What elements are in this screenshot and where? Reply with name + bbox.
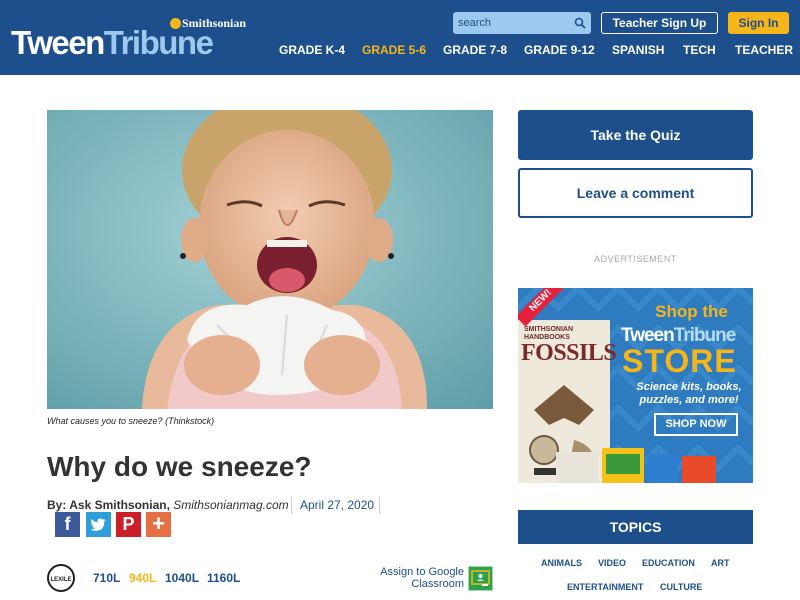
- article-title: Why do we sneeze?: [47, 451, 312, 482]
- shop-now-button[interactable]: SHOP NOW: [654, 413, 738, 436]
- topic-video[interactable]: VIDEO: [598, 558, 626, 568]
- sneezing-girl-illustration: [47, 110, 493, 409]
- leave-comment-button[interactable]: Leave a comment: [518, 168, 753, 218]
- lexile-710l[interactable]: 710L: [93, 571, 120, 585]
- search-box: [453, 12, 591, 34]
- take-quiz-button[interactable]: Take the Quiz: [518, 110, 753, 160]
- lexile-940l[interactable]: 940L: [129, 571, 156, 585]
- author: By: Ask Smithsonian,: [47, 498, 170, 512]
- date-divider: [379, 497, 380, 514]
- topic-art[interactable]: ART: [711, 558, 730, 568]
- article-date: April 27, 2020: [300, 498, 375, 512]
- svg-text:LEXILE: LEXILE: [50, 577, 71, 583]
- advertisement-label: ADVERTISEMENT: [594, 254, 677, 264]
- ad-product-images: [556, 448, 716, 483]
- google-classroom-icon[interactable]: [468, 566, 493, 591]
- topic-culture[interactable]: CULTURE: [660, 582, 702, 592]
- logo-wordmark: TweenTribune: [11, 24, 214, 61]
- search-icon[interactable]: [574, 17, 586, 29]
- ad-tagline: Science kits, books, puzzles, and more!: [636, 381, 742, 406]
- lexile-icon: LEXILE: [47, 564, 75, 592]
- topics-header: TOPICS: [518, 510, 753, 544]
- source[interactable]: Smithsonianmag.com: [173, 498, 288, 512]
- topic-entertainment[interactable]: ENTERTAINMENT: [567, 582, 643, 592]
- topic-animals[interactable]: ANIMALS: [541, 558, 582, 568]
- teacher-signup-button[interactable]: Teacher Sign Up: [601, 12, 718, 34]
- image-caption: What causes you to sneeze? (Thinkstock): [47, 416, 215, 426]
- tweentribune-logo[interactable]: Smithsonian TweenTribune: [11, 16, 251, 61]
- book-title: FOSSILS: [521, 340, 617, 366]
- facebook-icon[interactable]: f: [55, 512, 80, 537]
- nav-spanish[interactable]: SPANISH: [612, 43, 664, 59]
- store-advertisement[interactable]: SMITHSONIAN HANDBOOKS FOSSILS NEW! Shop …: [518, 288, 753, 483]
- article-hero-image: [47, 110, 493, 409]
- nav-grade-9-12[interactable]: GRADE 9-12: [524, 43, 595, 59]
- shop-the-text: Shop the: [655, 302, 728, 321]
- site-header: Smithsonian TweenTribune Teacher Sign Up…: [0, 0, 800, 75]
- pinterest-icon[interactable]: P: [116, 512, 141, 537]
- assign-google-classroom-link[interactable]: Assign to Google Classroom: [380, 566, 464, 590]
- byline-divider: [291, 497, 292, 514]
- lexile-1160l[interactable]: 1160L: [207, 571, 240, 585]
- nav-grade-k-4[interactable]: GRADE K-4: [279, 43, 345, 59]
- topic-education[interactable]: EDUCATION: [642, 558, 695, 568]
- classroom-people-icon: [471, 570, 490, 586]
- nav-teacher[interactable]: TEACHER: [735, 43, 793, 59]
- plus-icon[interactable]: +: [146, 512, 171, 537]
- nav-grade-7-8[interactable]: GRADE 7-8: [443, 43, 507, 59]
- nav-tech[interactable]: TECH: [683, 43, 716, 59]
- store-text: STORE: [622, 343, 737, 379]
- search-input[interactable]: [453, 12, 571, 34]
- byline: By: Ask Smithsonian, Smithsonianmag.com: [47, 498, 289, 512]
- nav-grade-5-6[interactable]: GRADE 5-6: [362, 43, 426, 59]
- lexile-1040l[interactable]: 1040L: [165, 571, 199, 585]
- twitter-icon[interactable]: [86, 512, 111, 537]
- twitter-bird-icon: [90, 518, 106, 531]
- sign-in-button[interactable]: Sign In: [728, 12, 789, 34]
